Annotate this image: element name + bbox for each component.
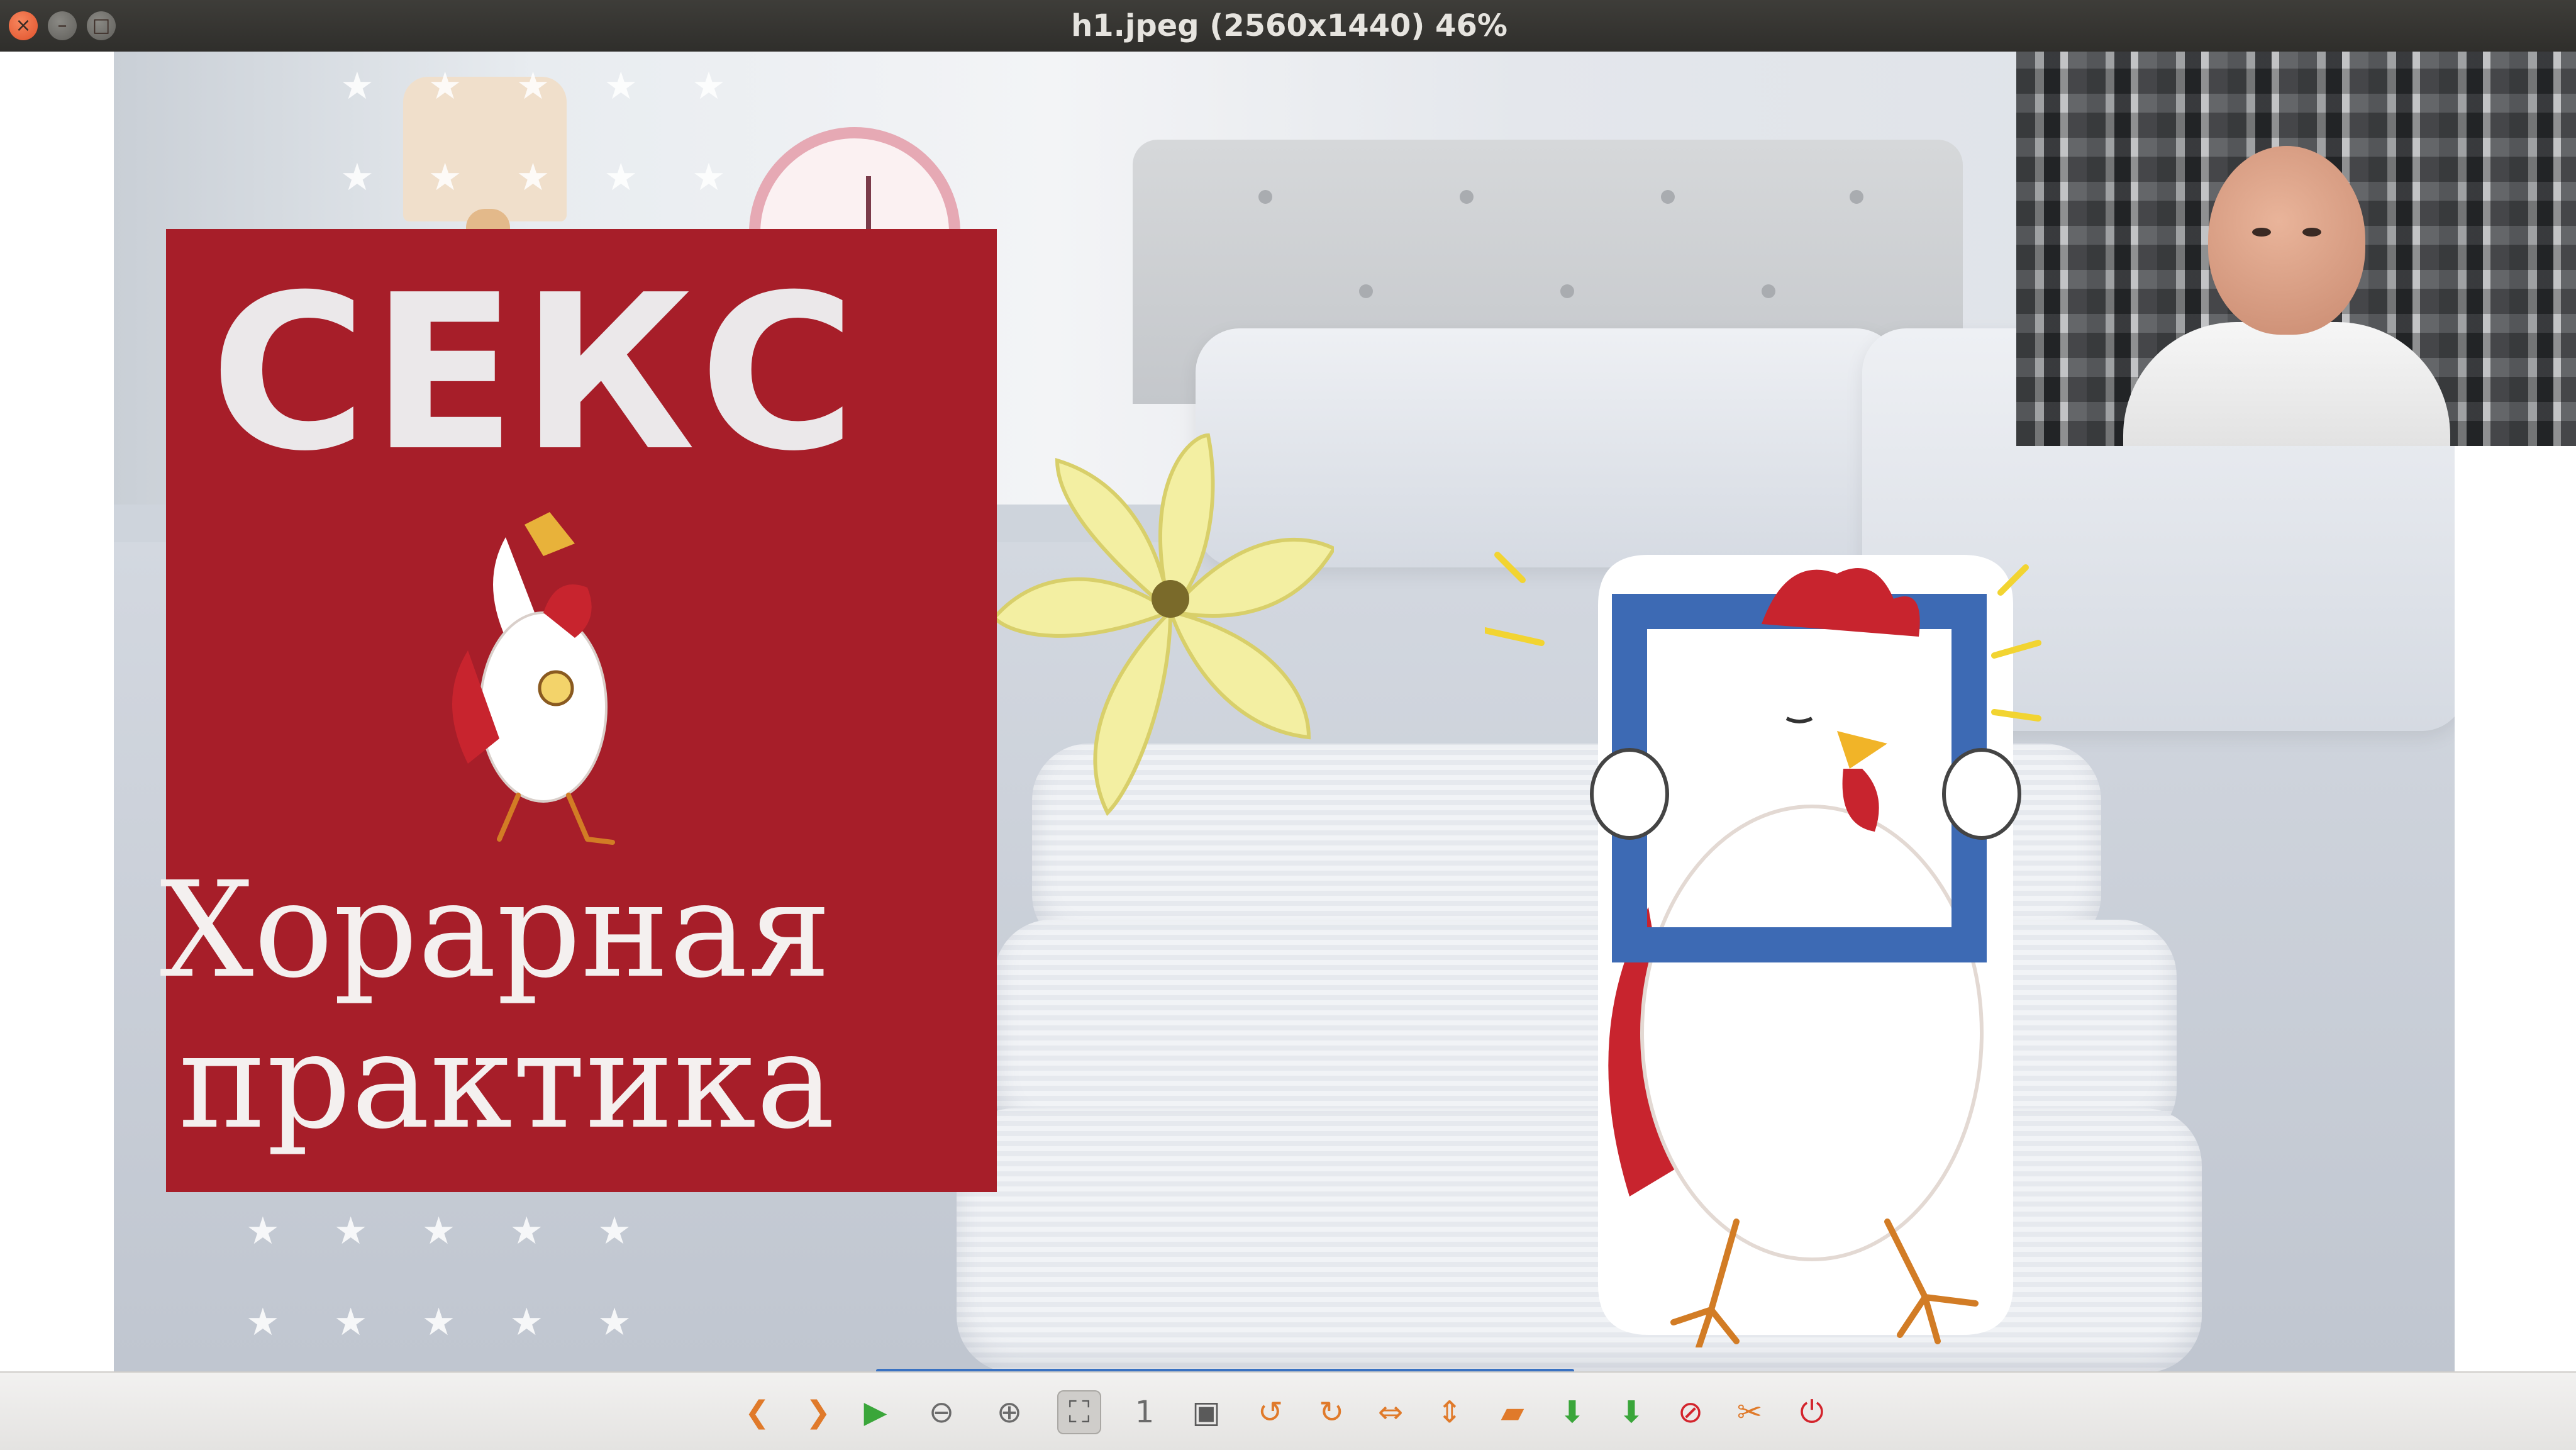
folder-icon: ▰	[1501, 1395, 1524, 1430]
lily-flower	[991, 433, 1334, 817]
quit-button[interactable]: ⏻	[1790, 1390, 1834, 1434]
power-icon: ⏻	[1800, 1395, 1824, 1430]
minimize-icon: –	[57, 14, 67, 36]
fullscreen-button[interactable]: ▣	[1184, 1390, 1228, 1434]
rotate-left-button[interactable]: ↺	[1248, 1390, 1292, 1434]
best-fit-button[interactable]: ⛶	[1057, 1390, 1101, 1434]
star-decoration-top-2: ★★★★★	[340, 155, 780, 199]
rotate-left-icon: ↺	[1257, 1395, 1284, 1430]
fullscreen-icon: ▣	[1192, 1395, 1221, 1430]
previous-image-button[interactable]: ❮	[735, 1390, 779, 1434]
star-decoration-bottom-2: ★★★★★	[246, 1300, 686, 1344]
preferences-button[interactable]: ✂	[1728, 1390, 1772, 1434]
zoom-out-button[interactable]: ⊖	[919, 1390, 963, 1434]
close-icon: ×	[15, 14, 31, 36]
card-headline: СЕКС	[210, 249, 860, 498]
card-subtitle-line2: практика	[179, 1004, 835, 1158]
card-subtitle-line1: Хорарная	[160, 853, 831, 1007]
delete-icon: ⊘	[1677, 1395, 1704, 1430]
flip-vertical-button[interactable]: ⇕	[1428, 1390, 1472, 1434]
play-icon: ▶	[863, 1395, 887, 1430]
slideshow-button[interactable]: ▶	[853, 1390, 897, 1434]
zoom-in-button[interactable]: ⊕	[987, 1390, 1031, 1434]
zoom-out-icon: ⊖	[928, 1395, 955, 1430]
rotate-right-button[interactable]: ↻	[1309, 1390, 1353, 1434]
save-file-button[interactable]: ⬇	[1550, 1390, 1594, 1434]
star-decoration-top-1: ★★★★★	[340, 64, 780, 108]
rooster-with-bell-illustration	[452, 512, 615, 845]
window-maximize-button[interactable]: □	[87, 11, 116, 40]
window-close-button[interactable]: ×	[9, 11, 38, 40]
save-as-button[interactable]: ⬇	[1609, 1390, 1653, 1434]
image-viewport[interactable]: ★★★★★ ★★★★★ ★★★★★ ★★★★★ СЕКС Хорарная пр…	[0, 52, 2576, 1371]
star-decoration-bottom-1: ★★★★★	[246, 1209, 686, 1253]
window-minimize-button[interactable]: –	[48, 11, 77, 40]
presenter-head	[2208, 146, 2365, 335]
original-size-button[interactable]: 1	[1123, 1390, 1167, 1434]
flip-horizontal-button[interactable]: ⇔	[1368, 1390, 1413, 1434]
next-image-button[interactable]: ❯	[796, 1390, 840, 1434]
title-card: СЕКС Хорарная практика	[160, 229, 997, 1192]
one-to-one-icon: 1	[1135, 1395, 1155, 1430]
open-file-button[interactable]: ▰	[1491, 1390, 1535, 1434]
flip-vertical-icon: ⇕	[1436, 1395, 1463, 1430]
rooster-with-frame-illustration	[1485, 552, 2041, 1347]
zoom-in-icon: ⊕	[996, 1395, 1023, 1430]
tools-icon: ✂	[1736, 1395, 1763, 1430]
fit-window-icon: ⛶	[1069, 1395, 1090, 1430]
delete-button[interactable]: ⊘	[1668, 1390, 1713, 1434]
window-titlebar: × – □ h1.jpeg (2560x1440) 46%	[0, 0, 2576, 52]
window-title: h1.jpeg (2560x1440) 46%	[1071, 8, 1507, 43]
chevron-right-icon: ❯	[805, 1395, 831, 1430]
flip-horizontal-icon: ⇔	[1377, 1395, 1404, 1430]
rotate-right-icon: ↻	[1318, 1395, 1345, 1430]
chevron-left-icon: ❮	[744, 1395, 770, 1430]
save-icon: ⬇	[1559, 1395, 1585, 1430]
save-as-icon: ⬇	[1618, 1395, 1645, 1430]
webcam-overlay	[2016, 52, 2576, 446]
maximize-icon: □	[92, 14, 111, 36]
